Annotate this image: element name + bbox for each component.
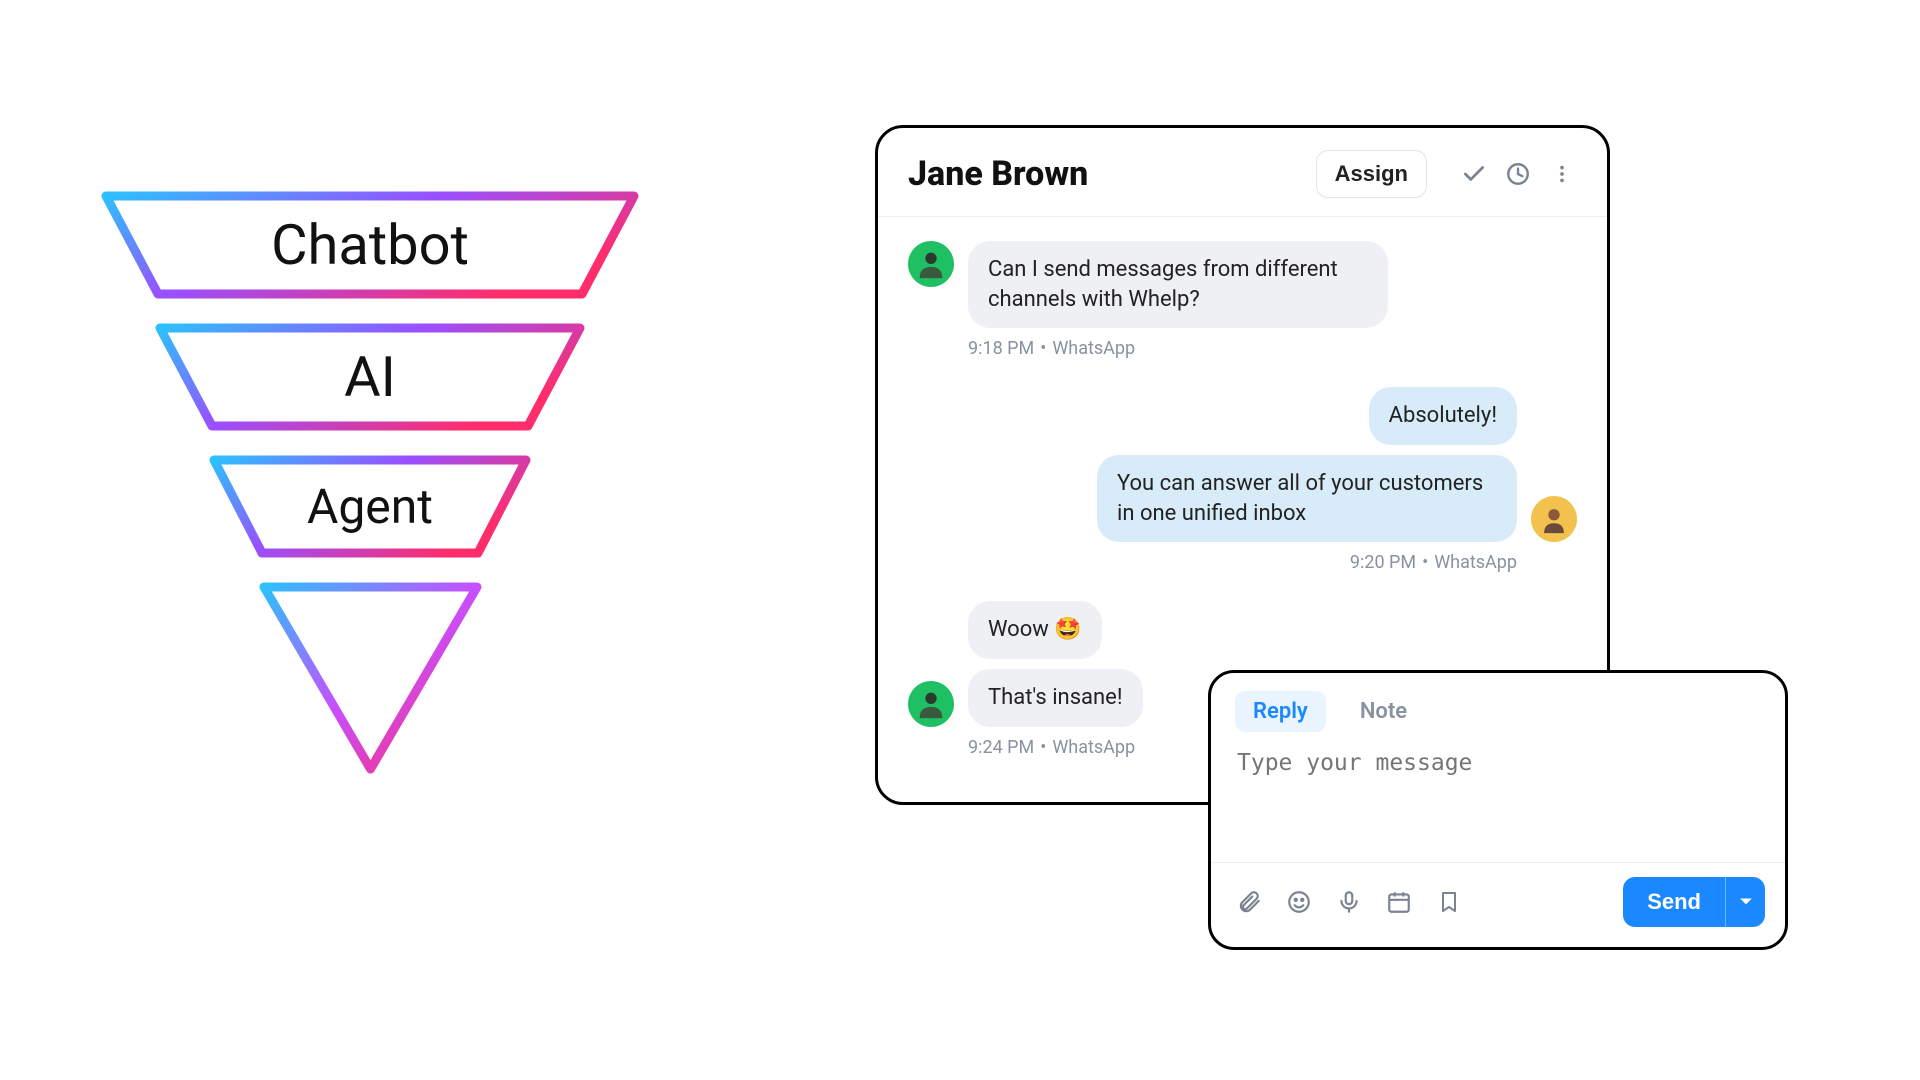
- tab-reply[interactable]: Reply: [1235, 691, 1326, 732]
- message-meta: 9:18 PM•WhatsApp: [968, 338, 1577, 359]
- bookmark-icon[interactable]: [1435, 888, 1463, 916]
- send-button[interactable]: Send: [1623, 877, 1725, 927]
- funnel-stage-agent: Agent: [208, 454, 532, 559]
- message-bubble: Absolutely!: [1369, 387, 1517, 445]
- compose-panel: Reply Note Send: [1208, 670, 1788, 950]
- tab-note[interactable]: Note: [1342, 691, 1425, 732]
- funnel-diagram: Chatbot AI Age: [90, 190, 650, 870]
- message-bubble: You can answer all of your customers in …: [1097, 455, 1517, 542]
- clock-icon[interactable]: [1503, 159, 1533, 189]
- message-bubble: Can I send messages from different chann…: [968, 241, 1388, 328]
- check-icon[interactable]: [1459, 159, 1489, 189]
- funnel-label-ai: AI: [344, 344, 396, 410]
- funnel-stage-logo: [258, 581, 483, 776]
- send-dropdown-button[interactable]: [1725, 877, 1765, 927]
- microphone-icon[interactable]: [1335, 888, 1363, 916]
- message-meta: 9:20 PM•WhatsApp: [908, 552, 1517, 573]
- chat-header: Jane Brown Assign: [878, 128, 1607, 217]
- message-input[interactable]: [1211, 742, 1785, 862]
- more-vertical-icon[interactable]: [1547, 159, 1577, 189]
- compose-footer: Send: [1211, 862, 1785, 947]
- funnel-stage-ai: AI: [154, 322, 586, 432]
- assign-button[interactable]: Assign: [1316, 150, 1427, 198]
- compose-tabs: Reply Note: [1211, 673, 1785, 742]
- avatar: [908, 241, 954, 287]
- chat-contact-name: Jane Brown: [908, 154, 1316, 194]
- funnel-label-agent: Agent: [307, 478, 433, 535]
- message-group: Can I send messages from different chann…: [908, 241, 1577, 359]
- funnel-stage-chatbot: Chatbot: [100, 190, 640, 300]
- avatar: [908, 681, 954, 727]
- avatar: [1531, 496, 1577, 542]
- message-bubble: That's insane!: [968, 669, 1143, 727]
- calendar-icon[interactable]: [1385, 888, 1413, 916]
- emoji-icon[interactable]: [1285, 888, 1313, 916]
- funnel-label-chatbot: Chatbot: [271, 212, 469, 278]
- message-group: Absolutely! You can answer all of your c…: [908, 387, 1577, 573]
- attachment-icon[interactable]: [1235, 888, 1263, 916]
- message-bubble: Woow 🤩: [968, 601, 1102, 659]
